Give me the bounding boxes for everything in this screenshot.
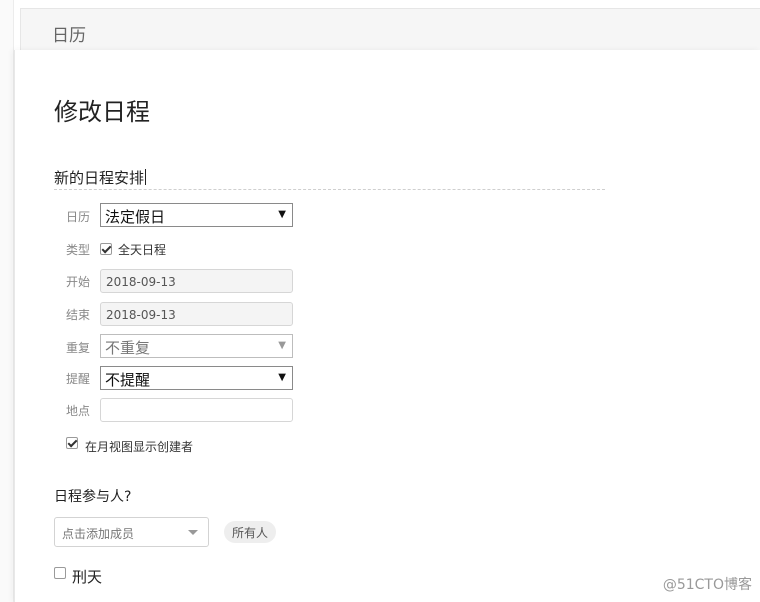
- dropdown-arrow-icon: ▼: [278, 372, 286, 383]
- show-creator-checkbox[interactable]: [66, 437, 78, 449]
- text-caret: [145, 169, 147, 185]
- show-creator-label: 在月视图显示创建者: [85, 440, 194, 454]
- start-date-value: 2018-09-13: [106, 275, 176, 289]
- repeat-label: 重复: [66, 341, 91, 355]
- watermark: @51CTO博客: [662, 577, 752, 593]
- calendar-select-value: 法定假日: [105, 208, 166, 226]
- calendar-select[interactable]: 法定假日 ▼: [100, 203, 293, 227]
- app-header: 日历: [20, 8, 760, 52]
- allday-checkbox[interactable]: [100, 243, 112, 255]
- calendar-label: 日历: [66, 210, 91, 224]
- dropdown-triangle-icon: [188, 530, 198, 535]
- participants-title: 日程参与人?: [54, 489, 132, 505]
- type-label: 类型: [66, 243, 91, 257]
- allday-label: 全天日程: [118, 243, 167, 257]
- page-title: 修改日程: [54, 98, 150, 126]
- dropdown-arrow-icon: ▼: [278, 340, 286, 351]
- event-title-input[interactable]: 新的日程安排: [54, 168, 605, 190]
- end-label: 结束: [66, 308, 91, 322]
- start-date-input[interactable]: 2018-09-13: [100, 269, 293, 293]
- all-members-tag[interactable]: 所有人: [224, 521, 277, 543]
- location-label: 地点: [66, 404, 91, 418]
- remind-label: 提醒: [66, 372, 91, 386]
- start-label: 开始: [66, 275, 91, 289]
- add-member-placeholder: 点击添加成员: [62, 527, 135, 541]
- dropdown-arrow-icon: ▼: [278, 209, 286, 220]
- member-name: 刑天: [72, 568, 103, 586]
- app-title: 日历: [52, 26, 86, 46]
- remind-select-value: 不提醒: [105, 371, 151, 389]
- end-date-value: 2018-09-13: [106, 308, 176, 322]
- end-date-input[interactable]: 2018-09-13: [100, 302, 293, 326]
- location-input[interactable]: [100, 398, 293, 422]
- add-member-select[interactable]: 点击添加成员: [54, 517, 209, 547]
- left-edge: [0, 0, 14, 602]
- repeat-select-value: 不重复: [105, 339, 151, 357]
- member-checkbox[interactable]: [54, 567, 66, 579]
- event-title-text: 新的日程安排: [54, 169, 145, 187]
- remind-select[interactable]: 不提醒 ▼: [100, 366, 293, 390]
- repeat-select[interactable]: 不重复 ▼: [100, 334, 293, 358]
